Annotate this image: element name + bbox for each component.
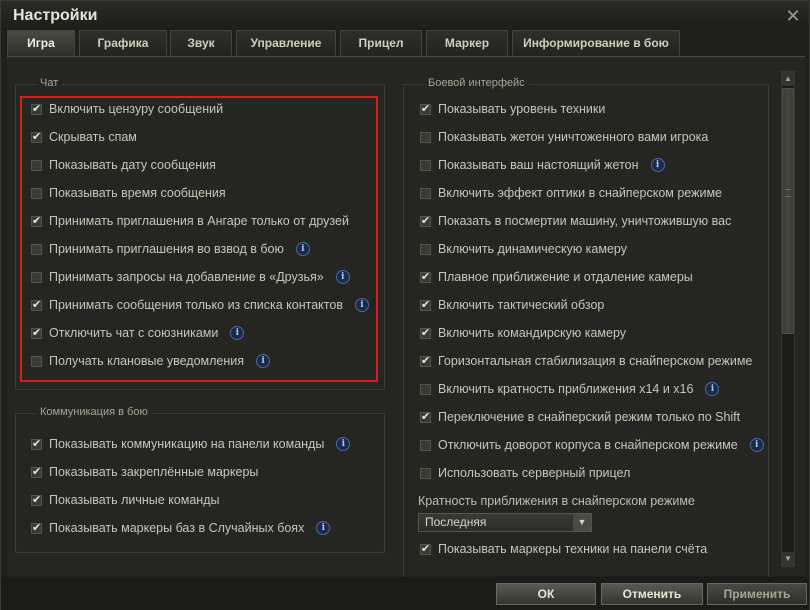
battle-option-row[interactable]: Включить эффект оптики в снайперском реж… <box>420 183 722 203</box>
battle-option-row[interactable]: Показать в посмертии машину, уничтожившу… <box>420 211 731 231</box>
battle-option-row[interactable]: Переключение в снайперский режим только … <box>420 407 740 427</box>
battle-option-row[interactable]: Использовать серверный прицел <box>420 463 630 483</box>
battle-option-label: Переключение в снайперский режим только … <box>438 410 741 424</box>
chevron-down-icon: ▼ <box>573 514 591 531</box>
battle-option-label: Плавное приближение и отдаление камеры <box>438 270 693 284</box>
battle-option-row[interactable]: Включить тактический обзор <box>420 295 604 315</box>
tab-game[interactable]: Игра <box>7 30 75 56</box>
checkbox[interactable] <box>420 131 431 143</box>
tab-graphics[interactable]: Графика <box>79 30 167 56</box>
zoom-dropdown[interactable]: Последняя ▼ <box>418 513 592 532</box>
checkbox[interactable] <box>420 410 431 423</box>
battle-option-label: Отключить доворот корпуса в снайперском … <box>438 438 738 452</box>
close-icon[interactable]: ✕ <box>781 5 805 27</box>
communication-option-label: Показывать личные команды <box>49 493 220 507</box>
communication-option-row[interactable]: Показывать личные команды <box>31 490 219 510</box>
settings-window: Настройки ✕ Игра Графика Звук Управление… <box>0 0 810 610</box>
tab-controls[interactable]: Управление <box>236 30 336 56</box>
checkbox[interactable] <box>420 326 431 339</box>
cancel-button[interactable]: Отменить <box>601 583 703 605</box>
communication-option-row[interactable]: Показывать закреплённые маркеры <box>31 462 258 482</box>
battle-option-label: Показывать уровень техники <box>438 102 606 116</box>
scroll-down-icon[interactable]: ▼ <box>782 552 794 566</box>
scrollbar[interactable]: ▲ ▼ <box>781 71 795 567</box>
footer: ОК Отменить Применить <box>1 577 809 610</box>
communication-group-title: Коммуникация в бою <box>36 406 152 418</box>
zoom-dropdown-value: Последняя <box>425 515 487 529</box>
chat-group-title: Чат <box>36 77 63 89</box>
battle-option-label: Показывать маркеры техники на панели счё… <box>438 542 708 556</box>
checkbox[interactable] <box>31 465 42 478</box>
title-bar: Настройки ✕ <box>1 1 809 31</box>
info-icon[interactable]: i <box>316 521 331 535</box>
battle-interface-group-title: Боевой интерфейс <box>424 77 529 89</box>
tab-sight[interactable]: Прицел <box>340 30 422 56</box>
tab-bar: Игра Графика Звук Управление Прицел Марк… <box>7 30 807 56</box>
checkbox[interactable] <box>420 439 431 451</box>
tab-marker[interactable]: Маркер <box>426 30 508 56</box>
checkbox[interactable] <box>420 467 431 479</box>
battle-option-row[interactable]: Включить командирскую камеру <box>420 323 626 343</box>
info-icon[interactable]: i <box>336 437 351 451</box>
battle-option-label: Включить эффект оптики в снайперском реж… <box>438 186 723 200</box>
tab-sound[interactable]: Звук <box>170 30 232 56</box>
battle-option-label: Включить динамическую камеру <box>438 242 627 256</box>
battle-option-row[interactable]: Показывать маркеры техники на панели счё… <box>420 539 707 559</box>
zoom-label: Кратность приближения в снайперском режи… <box>418 494 695 508</box>
battle-option-row[interactable]: Отключить доворот корпуса в снайперском … <box>420 435 764 455</box>
checkbox[interactable] <box>420 270 431 283</box>
battle-option-label: Включить кратность приближения x14 и x16 <box>438 382 694 396</box>
checkbox[interactable] <box>31 521 42 534</box>
checkbox[interactable] <box>420 298 431 311</box>
scroll-grip-icon <box>785 189 791 197</box>
checkbox[interactable] <box>420 159 431 171</box>
highlight-box <box>20 96 378 382</box>
battle-option-label: Включить командирскую камеру <box>438 326 627 340</box>
battle-option-row[interactable]: Горизонтальная стабилизация в снайперско… <box>420 351 752 371</box>
tab-battle-info[interactable]: Информирование в бою <box>512 30 680 56</box>
checkbox[interactable] <box>420 214 431 227</box>
battle-option-label: Показать в посмертии машину, уничтожившу… <box>438 214 732 228</box>
battle-option-row[interactable]: Показывать уровень техники <box>420 99 605 119</box>
window-title: Настройки <box>13 7 98 24</box>
battle-option-label: Горизонтальная стабилизация в снайперско… <box>438 354 753 368</box>
checkbox[interactable] <box>420 383 431 395</box>
communication-option-label: Показывать закреплённые маркеры <box>49 465 259 479</box>
communication-option-label: Показывать коммуникацию на панели команд… <box>49 437 325 451</box>
scroll-up-icon[interactable]: ▲ <box>782 72 794 86</box>
communication-option-row[interactable]: Показывать коммуникацию на панели команд… <box>31 434 351 454</box>
battle-option-label: Включить тактический обзор <box>438 298 605 312</box>
battle-option-row[interactable]: Показывать жетон уничтоженного вами игро… <box>420 127 708 147</box>
battle-option-label: Использовать серверный прицел <box>438 466 631 480</box>
scroll-thumb[interactable] <box>782 88 794 334</box>
checkbox[interactable] <box>420 102 431 115</box>
checkbox[interactable] <box>31 437 42 450</box>
battle-option-label: Показывать ваш настоящий жетон <box>438 158 639 172</box>
apply-button[interactable]: Применить <box>707 583 807 605</box>
checkbox[interactable] <box>31 493 42 506</box>
battle-option-row[interactable]: Плавное приближение и отдаление камеры <box>420 267 693 287</box>
communication-option-label: Показывать маркеры баз в Случайных боях <box>49 521 305 535</box>
battle-option-row[interactable]: Включить динамическую камеру <box>420 239 627 259</box>
battle-option-label: Показывать жетон уничтоженного вами игро… <box>438 130 709 144</box>
communication-option-row[interactable]: Показывать маркеры баз в Случайных боях i <box>31 518 331 538</box>
checkbox[interactable] <box>420 243 431 255</box>
info-icon[interactable]: i <box>650 158 665 172</box>
ok-button[interactable]: ОК <box>496 583 596 605</box>
info-icon[interactable]: i <box>749 438 764 452</box>
checkbox[interactable] <box>420 542 431 555</box>
info-icon[interactable]: i <box>705 382 720 396</box>
battle-option-row[interactable]: Показывать ваш настоящий жетон i <box>420 155 665 175</box>
checkbox[interactable] <box>420 187 431 199</box>
checkbox[interactable] <box>420 354 431 367</box>
battle-option-row[interactable]: Включить кратность приближения x14 и x16… <box>420 379 720 399</box>
